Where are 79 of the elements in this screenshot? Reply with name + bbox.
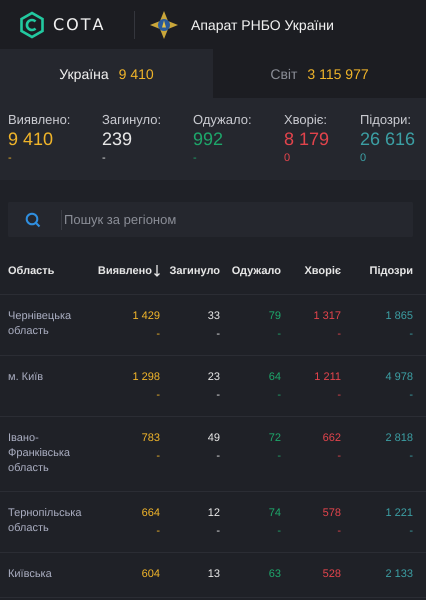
- cell-change: -: [156, 450, 160, 462]
- stat-label: Хворіє:: [284, 112, 328, 127]
- table-cell: 79: [268, 309, 281, 324]
- region-name: Чернівецька область: [8, 309, 72, 339]
- table-cell: 604: [142, 567, 160, 582]
- stat-change: -: [193, 152, 198, 164]
- logo-icon: [19, 10, 45, 38]
- column-header[interactable]: Виявлено: [100, 265, 160, 277]
- cell-change: -: [277, 389, 281, 401]
- table-cell: 1 211: [314, 370, 341, 385]
- table-cell: 13: [208, 567, 220, 582]
- cell-change: -: [156, 525, 160, 537]
- table-cell: 72: [268, 431, 281, 446]
- table-cell: 1 298: [132, 370, 160, 385]
- cell-change: -: [216, 525, 220, 537]
- table-cell: 12: [208, 506, 220, 521]
- table-cell: 528: [322, 567, 341, 582]
- organization-title: Апарат РНБО України: [191, 16, 334, 32]
- emblem-icon: [149, 10, 179, 40]
- search-icon: [25, 212, 41, 228]
- stat-value: 9 410: [8, 129, 54, 150]
- table-cell: 33: [208, 309, 220, 324]
- table-cell: 783: [142, 431, 160, 446]
- table-cell: 1 317: [313, 309, 341, 324]
- table-cell: 23: [208, 370, 220, 385]
- cell-change: -: [337, 525, 341, 537]
- stat-label: Виявлено:: [8, 112, 72, 127]
- stat-change: 0: [284, 152, 292, 164]
- region-name: Тернопільська область: [8, 506, 82, 536]
- table-cell: 64: [268, 370, 281, 385]
- stat-change: -: [8, 152, 13, 164]
- column-header[interactable]: Підозри: [341, 265, 413, 277]
- cell-change: -: [156, 328, 160, 340]
- cell-change: -: [277, 328, 281, 340]
- stat-value: 239: [102, 129, 134, 150]
- logo-text: СОТА: [53, 15, 106, 34]
- stat-label: Підозри:: [360, 112, 412, 127]
- cell-change: -: [337, 450, 341, 462]
- table-cell: 1 221: [385, 506, 413, 521]
- column-header[interactable]: Одужало: [220, 265, 281, 277]
- cell-change: -: [409, 389, 413, 401]
- stat-label: Загинуло:: [102, 112, 162, 127]
- table-cell: 4 978: [385, 370, 413, 385]
- column-header[interactable]: Загинуло: [160, 265, 220, 277]
- region-name: Івано-Франківська область: [8, 431, 72, 476]
- search-field[interactable]: Пошук за регіоном: [8, 202, 413, 237]
- stat-change: 0: [360, 152, 368, 164]
- table-cell: 578: [322, 506, 341, 521]
- cell-change: -: [409, 525, 413, 537]
- cell-change: -: [409, 450, 413, 462]
- table-cell: 63: [268, 567, 281, 582]
- region-name: м. Київ: [8, 370, 44, 385]
- cell-change: -: [277, 450, 281, 462]
- stat-label: Одужало:: [193, 112, 253, 127]
- cell-change: -: [216, 450, 220, 462]
- table-cell: 74: [268, 506, 281, 521]
- table-cell: 662: [322, 431, 341, 446]
- table-cell: 1 429: [132, 309, 160, 324]
- cell-change: -: [156, 389, 160, 401]
- stat-value: 992: [193, 129, 224, 150]
- column-header[interactable]: Область: [8, 265, 100, 277]
- stat-value: 8 179: [284, 129, 330, 150]
- cell-change: -: [409, 328, 413, 340]
- stat-change: -: [102, 152, 107, 164]
- region-name: Київська: [8, 567, 53, 582]
- column-header[interactable]: Хворіє: [281, 265, 341, 277]
- table-cell: 664: [142, 506, 160, 521]
- region-tab[interactable]: Україна 9 410: [0, 49, 213, 98]
- table-cell: 2 818: [385, 431, 413, 446]
- stat-value: 26 616: [360, 129, 416, 150]
- cell-change: -: [216, 389, 220, 401]
- region-tab[interactable]: Світ 3 115 977: [213, 49, 426, 98]
- table-cell: 1 865: [385, 309, 413, 324]
- cell-change: -: [337, 328, 341, 340]
- table-cell: 2 133: [385, 567, 413, 582]
- cell-change: -: [277, 525, 281, 537]
- cell-change: -: [337, 389, 341, 401]
- table-cell: 49: [208, 431, 220, 446]
- cell-change: -: [216, 328, 220, 340]
